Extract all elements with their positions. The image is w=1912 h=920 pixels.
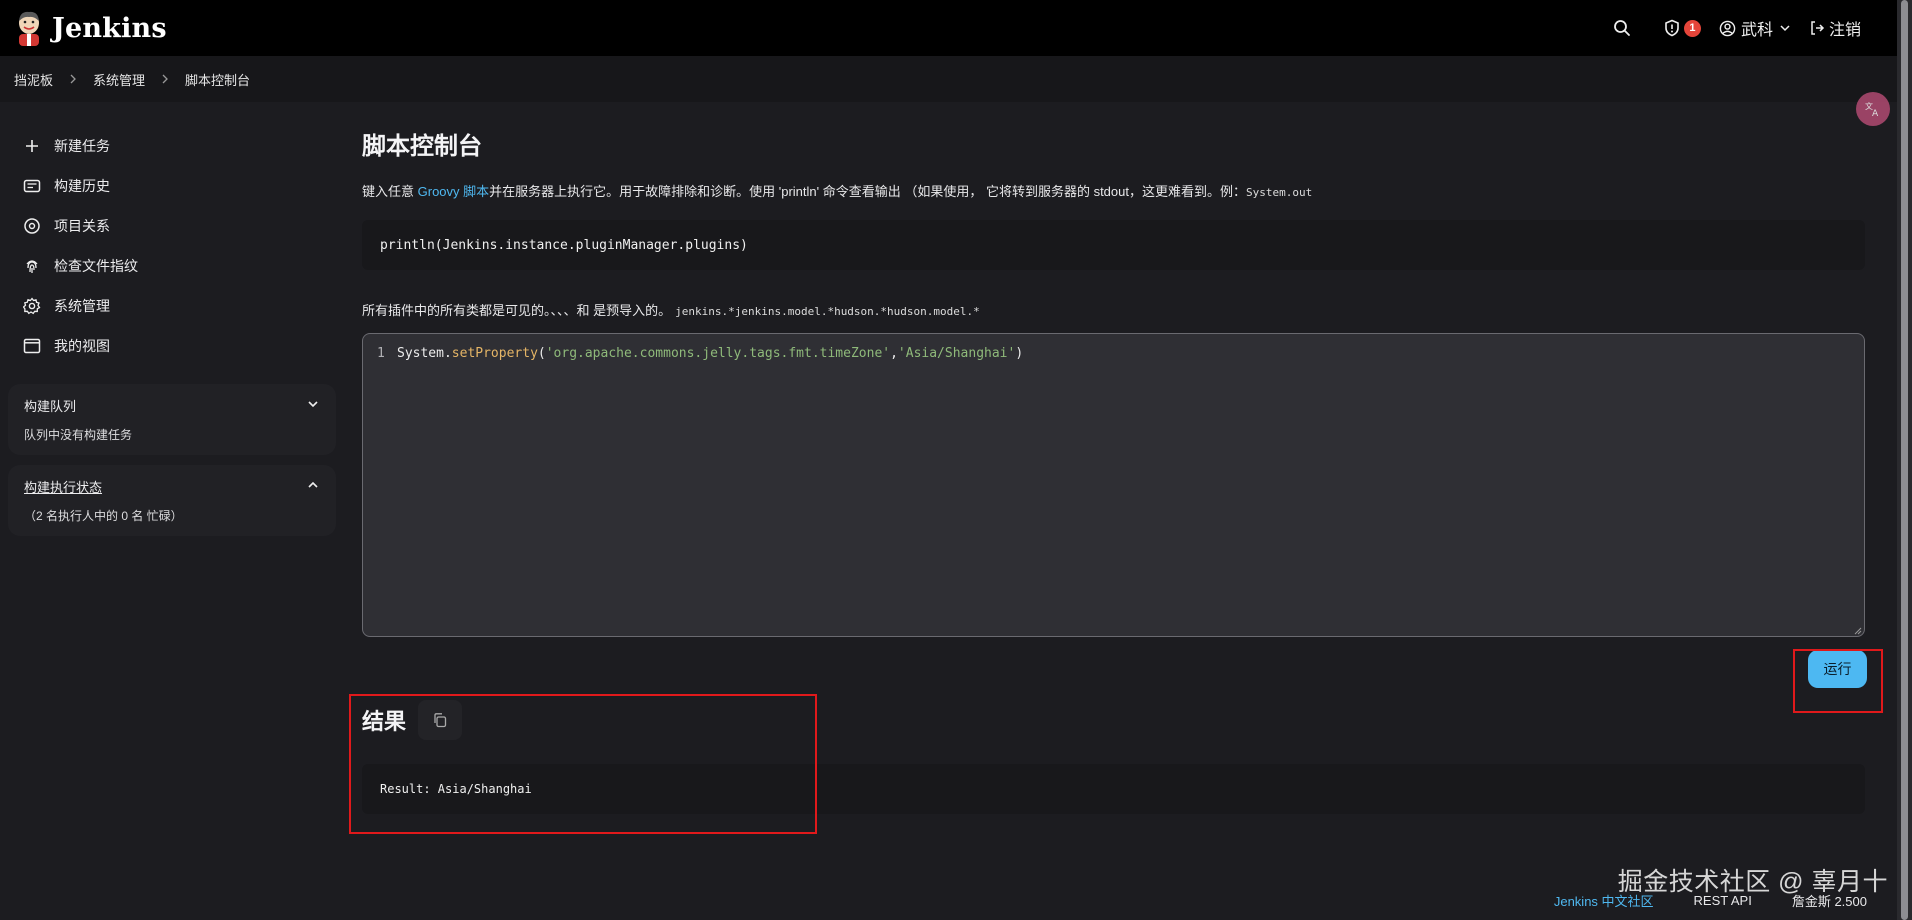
sidebar-item-label: 系统管理 xyxy=(54,298,110,314)
relationship-icon xyxy=(22,216,42,236)
imports-text: 所有插件中的所有类都是可见的。、、、和 是预导入的。 xyxy=(362,303,672,318)
chevron-down-icon[interactable] xyxy=(306,397,320,414)
build-queue-empty-text: 队列中没有构建任务 xyxy=(24,428,133,442)
sidebar-item-label: 检查文件指纹 xyxy=(54,258,138,274)
page-title: 脚本控制台 xyxy=(362,133,482,160)
user-menu[interactable]: 武科 xyxy=(1719,16,1791,40)
run-button[interactable]: 运行 xyxy=(1808,650,1867,688)
description-code: System.out xyxy=(1246,186,1313,199)
sidebar-item-project-relationship[interactable]: 项目关系 xyxy=(8,206,336,246)
imports-code: jenkins.*jenkins.model.*hudson.*hudson.m… xyxy=(675,305,980,318)
resize-handle-icon[interactable] xyxy=(1852,624,1862,635)
copy-icon xyxy=(434,713,447,728)
description: 键入任意 Groovy 脚本并在服务器上执行它。用于故障排除和诊断。使用 'pr… xyxy=(362,183,1865,202)
jenkins-butler-icon xyxy=(14,9,44,47)
chevron-right-icon xyxy=(67,73,79,85)
sidebar-item-manage-jenkins[interactable]: 系统管理 xyxy=(8,286,336,326)
community-link[interactable]: Jenkins 中文社区 xyxy=(1554,891,1654,910)
sidebar-item-label: 项目关系 xyxy=(54,218,110,234)
security-alert-button[interactable]: 1 xyxy=(1663,19,1701,37)
breadcrumb-script-console[interactable]: 脚本控制台 xyxy=(185,70,250,89)
run-button-wrap: 运行 xyxy=(1808,650,1867,688)
logout-icon xyxy=(1811,21,1825,35)
script-editor[interactable]: 1 System.setProperty('org.apache.commons… xyxy=(362,333,1865,637)
version-label[interactable]: 詹金斯 2.500 xyxy=(1792,891,1867,910)
chevron-down-icon xyxy=(1780,25,1790,32)
line-number: 1 xyxy=(377,346,385,361)
rest-api-link[interactable]: REST API xyxy=(1694,893,1752,908)
alert-count-badge: 1 xyxy=(1683,19,1701,37)
breadcrumb: 挡泥板 系统管理 脚本控制台 xyxy=(0,56,1897,102)
editor-line: 1 System.setProperty('org.apache.commons… xyxy=(377,346,1023,361)
groovy-script-link[interactable]: Groovy 脚本 xyxy=(418,184,490,199)
main-content: 脚本控制台 键入任意 Groovy 脚本并在服务器上执行它。用于故障排除和诊断。… xyxy=(362,102,1867,814)
translate-icon[interactable]: 文A xyxy=(1856,92,1890,126)
chevron-up-icon[interactable] xyxy=(306,478,320,495)
editor-code: System.setProperty('org.apache.commons.j… xyxy=(397,346,1024,361)
executor-status-title[interactable]: 构建执行状态 xyxy=(24,477,102,496)
sidebar-item-fingerprint[interactable]: 检查文件指纹 xyxy=(8,246,336,286)
sidebar-item-build-history[interactable]: 构建历史 xyxy=(8,166,336,206)
sidebar-item-label: 新建任务 xyxy=(54,138,110,154)
sidebar-item-label: 我的视图 xyxy=(54,338,110,354)
result-title: 结果 xyxy=(362,709,407,734)
user-name: 武科 xyxy=(1740,22,1773,39)
sidebar-item-new-job[interactable]: 新建任务 xyxy=(8,126,336,166)
logout-button[interactable]: 注销 xyxy=(1809,16,1861,40)
sidebar-item-my-views[interactable]: 我的视图 xyxy=(8,326,336,366)
description-text: 并在服务器上执行它。用于故障排除和诊断。使用 'println' 命令查看输出 … xyxy=(489,184,1246,199)
jenkins-logo[interactable]: Jenkins xyxy=(14,9,167,47)
app-title: Jenkins xyxy=(52,12,167,44)
logout-label: 注销 xyxy=(1828,22,1861,39)
example-code-block: println(Jenkins.instance.pluginManager.p… xyxy=(362,220,1865,270)
search-icon xyxy=(1614,20,1630,36)
history-icon xyxy=(22,176,42,196)
window-icon xyxy=(22,336,42,356)
breadcrumb-dashboard[interactable]: 挡泥板 xyxy=(14,70,53,89)
search-button[interactable] xyxy=(1613,19,1631,37)
executor-status-panel: 构建执行状态 （2 名执行人中的 0 名 忙碌） xyxy=(8,465,336,536)
result-output: Result: Asia/Shanghai xyxy=(362,764,1865,814)
build-queue-panel: 构建队列 队列中没有构建任务 xyxy=(8,384,336,455)
imports-description: 所有插件中的所有类都是可见的。、、、和 是预导入的。 jenkins.*jenki… xyxy=(362,300,1865,319)
result-text: Result: Asia/Shanghai xyxy=(380,782,532,796)
footer: Jenkins 中文社区 REST API 詹金斯 2.500 xyxy=(1554,891,1867,910)
sidebar: 新建任务 构建历史 项目关系 检查文件指纹 系统管理 我的视图 构建队列 队列中… xyxy=(8,126,336,536)
fingerprint-icon xyxy=(22,256,42,276)
plus-icon xyxy=(22,136,42,156)
description-text: 键入任意 xyxy=(362,184,418,199)
breadcrumb-manage[interactable]: 系统管理 xyxy=(93,70,145,89)
shield-alert-icon xyxy=(1665,19,1679,37)
user-icon xyxy=(1719,20,1736,36)
top-header: Jenkins 1 武科 注销 xyxy=(0,0,1897,56)
copy-button[interactable] xyxy=(418,700,463,740)
scrollbar-thumb[interactable] xyxy=(1901,0,1908,920)
svg-text:A: A xyxy=(1872,109,1879,118)
chevron-right-icon xyxy=(159,73,171,85)
build-queue-title[interactable]: 构建队列 xyxy=(24,396,76,415)
result-header: 结果 xyxy=(362,700,463,740)
example-code: println(Jenkins.instance.pluginManager.p… xyxy=(380,237,748,253)
sidebar-item-label: 构建历史 xyxy=(54,178,110,194)
gear-icon xyxy=(22,296,42,316)
executor-status-text: （2 名执行人中的 0 名 忙碌） xyxy=(24,509,183,523)
page-scrollbar[interactable] xyxy=(1897,0,1912,920)
